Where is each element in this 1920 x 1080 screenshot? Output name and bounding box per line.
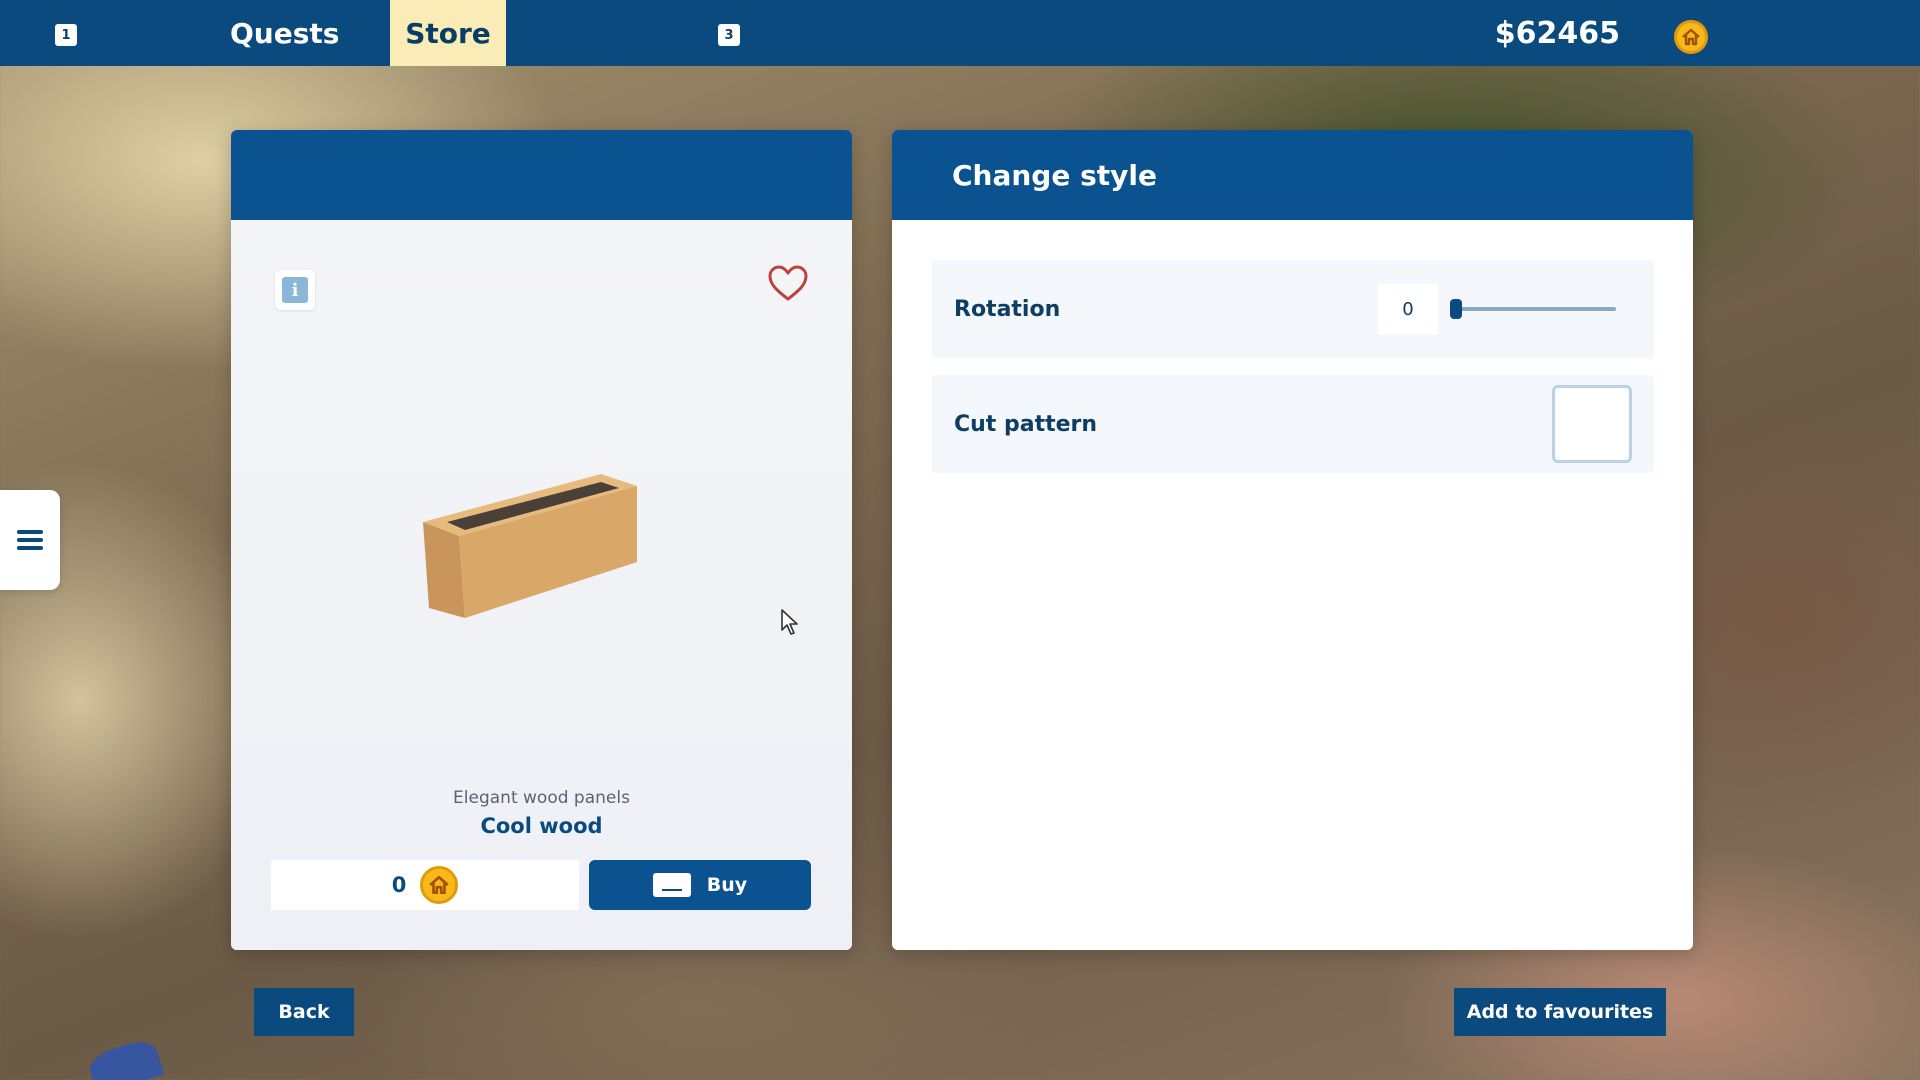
buy-button[interactable]: Buy bbox=[589, 860, 811, 910]
rotation-row: Rotation 0 bbox=[932, 260, 1654, 358]
rotation-value: 0 bbox=[1378, 284, 1438, 334]
rotation-slider[interactable] bbox=[1450, 299, 1616, 319]
product-name: Cool wood bbox=[480, 814, 603, 838]
mouse-cursor-icon bbox=[781, 609, 798, 635]
wood-planter-image bbox=[423, 474, 637, 618]
cut-pattern-row: Cut pattern bbox=[932, 375, 1654, 473]
background-object bbox=[85, 1036, 165, 1080]
cut-pattern-label: Cut pattern bbox=[954, 411, 1098, 437]
product-panel-header bbox=[231, 130, 852, 220]
add-to-favourites-button[interactable]: Add to favourites bbox=[1454, 988, 1666, 1036]
style-panel: Change style Rotation 0 Cut pattern bbox=[892, 130, 1693, 950]
info-icon: i bbox=[282, 277, 308, 303]
key-hint-left: 1 bbox=[55, 24, 77, 46]
product-panel: i Elegant wood panels Cool wood 0 Buy bbox=[231, 130, 852, 950]
key-hint-right: 3 bbox=[718, 24, 740, 46]
tab-store[interactable]: Store bbox=[390, 0, 506, 66]
price-value: 0 bbox=[391, 873, 407, 897]
tab-quests[interactable]: Quests bbox=[212, 0, 357, 66]
rotation-slider-handle[interactable] bbox=[1450, 299, 1462, 319]
heart-outline-icon[interactable] bbox=[766, 262, 810, 306]
product-category: Elegant wood panels bbox=[453, 788, 630, 808]
cut-pattern-selector[interactable] bbox=[1552, 385, 1632, 463]
spacebar-key-icon bbox=[652, 873, 691, 897]
side-menu-toggle[interactable] bbox=[0, 490, 60, 590]
top-bar: 1 Quests Store 3 $62465 bbox=[0, 0, 1920, 66]
rotation-label: Rotation bbox=[954, 296, 1061, 322]
style-panel-title: Change style bbox=[892, 130, 1693, 220]
money-balance: $62465 bbox=[1494, 16, 1620, 51]
price-display: 0 bbox=[271, 860, 579, 910]
house-coin-icon bbox=[1674, 20, 1708, 54]
hamburger-icon bbox=[17, 526, 43, 554]
product-preview-area: i Elegant wood panels Cool wood 0 Buy bbox=[231, 220, 852, 950]
back-button[interactable]: Back bbox=[254, 988, 354, 1036]
info-button[interactable]: i bbox=[275, 270, 315, 310]
buy-label: Buy bbox=[706, 874, 748, 896]
house-coin-icon bbox=[420, 866, 459, 904]
